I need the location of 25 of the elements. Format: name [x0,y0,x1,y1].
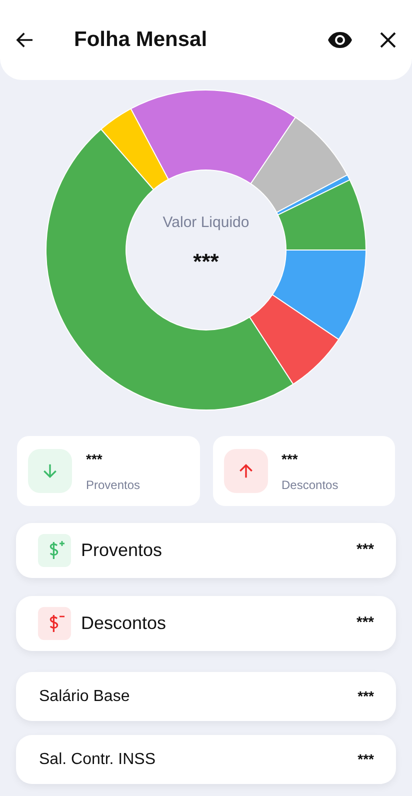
chart-center-value: *** [193,248,219,276]
section-value: *** [356,540,374,560]
payroll-item-row[interactable]: Salário Base *** [16,672,396,721]
close-button[interactable] [378,30,398,50]
section-row[interactable]: Proventos *** [16,523,396,578]
dollar-minus-icon [38,607,71,640]
visibility-toggle[interactable] [326,29,354,51]
chart-center-label: Valor Liquido [162,213,250,233]
item-label: Salário Base [39,686,131,706]
section-label: Descontos [81,612,168,635]
item-value: *** [358,750,374,769]
summary-value: *** [86,450,104,468]
page-title: Folha Mensal [74,27,208,54]
down-arrow-icon [28,449,72,493]
item-label: Sal. Contr. INSS [39,750,156,770]
summary-label: Descontos [282,476,338,494]
section-row[interactable]: Descontos *** [16,596,396,651]
summary-value: *** [282,450,299,468]
summary-label: Proventos [86,476,140,494]
section-label: Proventos [81,539,164,562]
up-arrow-icon [224,449,268,493]
dollar-plus-icon [38,534,71,567]
item-value: *** [358,687,374,706]
section-value: *** [356,613,374,634]
payroll-item-row[interactable]: Sal. Contr. INSS *** [16,735,396,784]
